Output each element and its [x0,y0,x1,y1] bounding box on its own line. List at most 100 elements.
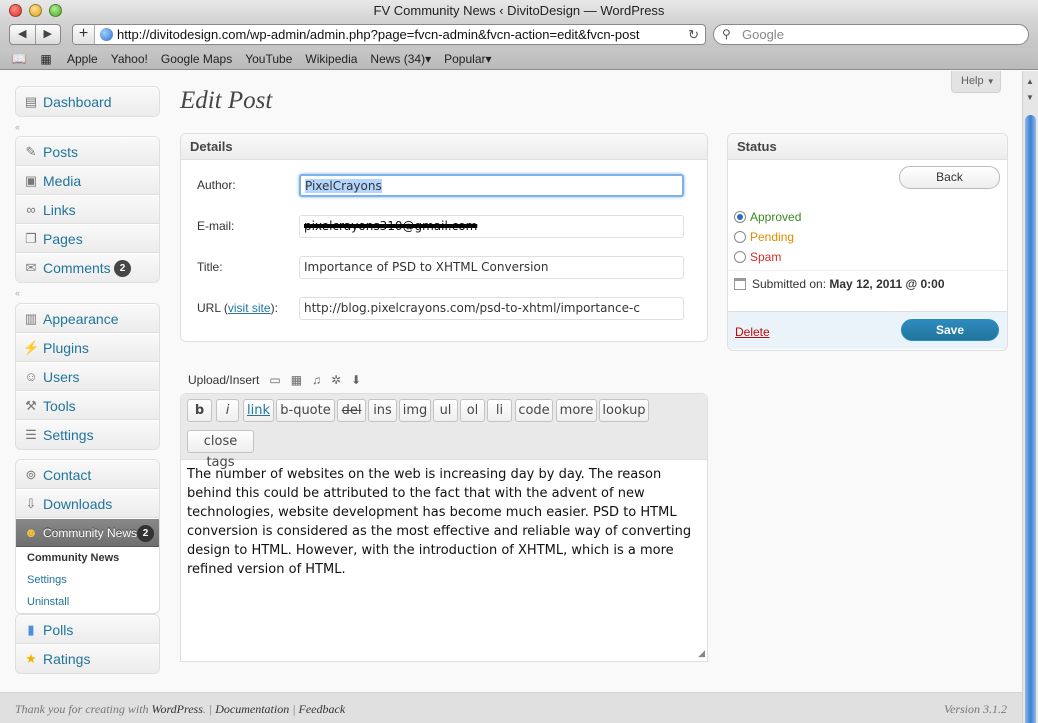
url-text[interactable]: http://divitodesign.com/wp-admin/admin.p… [117,25,677,44]
menu-item-comments[interactable]: ✉ Comments 2 [16,253,159,282]
spam-radio[interactable] [734,251,746,263]
menu-item-downloads[interactable]: ⇩ Downloads [16,489,159,518]
qt-ul-button[interactable]: ul [433,399,458,422]
qt-close-tags-button[interactable]: close tags [187,430,254,470]
bookmark-popular[interactable]: Popular▾ [444,52,491,66]
save-button[interactable]: Save [901,319,999,341]
qt-code-button[interactable]: code [515,399,553,422]
search-input[interactable]: ⚲ Google [713,24,1029,45]
menu-label: Polls [43,622,74,638]
menu-separator-icon[interactable]: « [15,122,20,132]
close-window-button[interactable] [9,4,22,17]
qt-ins-button[interactable]: ins [368,399,397,422]
footer-wordpress-link[interactable]: WordPress [152,702,203,716]
menu-item-contact[interactable]: ⊚ Contact [16,460,159,489]
bookmark-apple[interactable]: Apple [67,52,98,66]
qt-italic-button[interactable]: i [216,399,239,422]
resize-handle-icon[interactable]: ◢ [698,648,705,659]
menu-item-dashboard[interactable]: ▤ Dashboard [16,87,159,116]
users-icon: ☺ [24,369,38,384]
back-button[interactable]: ◀ [10,25,36,44]
menu-item-appearance[interactable]: ▥ Appearance [16,304,159,333]
scroll-up-icon[interactable]: ▲ [1026,77,1034,86]
footer-separator: . | [202,702,213,716]
forward-button[interactable]: ▶ [36,25,61,44]
bookmark-wikipedia[interactable]: Wikipedia [305,52,357,66]
title-value: Importance of PSD to XHTML Conversion [304,260,549,274]
menu-item-users[interactable]: ☺ Users [16,362,159,391]
post-content-textarea[interactable]: The number of websites on the web is inc… [187,465,703,579]
qt-img-button[interactable]: img [399,399,431,422]
contact-icon: ⊚ [25,467,37,482]
address-bar[interactable]: + http://divitodesign.com/wp-admin/admin… [72,24,706,45]
search-icon: ⚲ [722,27,731,41]
author-field[interactable]: PixelCrayons [299,174,684,197]
footer-feedback-link[interactable]: Feedback [299,702,346,716]
qt-bold-button[interactable]: b [187,399,212,422]
footer-separator: | [292,702,296,716]
title-field[interactable]: Importance of PSD to XHTML Conversion [299,256,684,279]
help-tab-button[interactable]: Help ▼ [951,71,1001,93]
submenu-item-settings[interactable]: Settings [16,569,159,591]
menu-item-posts[interactable]: ✎ Posts [16,137,159,166]
add-bookmark-button[interactable]: + [73,25,95,44]
menu-item-settings[interactable]: ☰ Settings [16,420,159,449]
link-icon: ∞ [26,202,36,217]
reload-button[interactable]: ↻ [688,25,699,44]
menu-label: Contact [43,467,92,483]
top-sites-icon[interactable]: ▦ [38,52,54,66]
submenu-item-community-news[interactable]: Community News [16,547,159,569]
globe-icon [100,28,113,41]
community-news-icon: ☻ [24,525,38,540]
back-button[interactable]: Back [899,166,1000,189]
email-field[interactable]: pixelcrayons310@gmail.com [299,215,684,238]
menu-group-admin: ▥ Appearance ⚡ Plugins ☺ Users ⚒ Tools ☰… [15,303,160,450]
add-image-icon[interactable]: ▭ [269,373,280,387]
menu-item-tools[interactable]: ⚒ Tools [16,391,159,420]
menu-item-community-news[interactable]: ☻ Community News 2 [16,518,159,547]
submitted-on: Submitted on: May 12, 2011 @ 0:00 [734,277,945,291]
url-field[interactable]: http://blog.pixelcrayons.com/psd-to-xhtm… [299,297,684,320]
menu-item-ratings[interactable]: ★ Ratings [16,644,159,673]
qt-lookup-button[interactable]: lookup [599,399,649,422]
qt-ol-button[interactable]: ol [460,399,485,422]
approved-option[interactable]: Approved [734,210,801,224]
bookmark-google-maps[interactable]: Google Maps [161,52,232,66]
menu-item-pages[interactable]: ❐ Pages [16,224,159,253]
menu-item-links[interactable]: ∞ Links [16,195,159,224]
reading-list-icon[interactable]: 📖 [11,52,27,66]
bookmark-youtube[interactable]: YouTube [245,52,292,66]
scroll-down-icon[interactable]: ▼ [1026,93,1034,102]
visit-site-link[interactable]: visit site [228,301,271,315]
pending-radio[interactable] [734,231,746,243]
add-audio-icon[interactable]: ♫ [312,373,321,387]
comments-count-badge: 2 [114,260,131,277]
qt-more-button[interactable]: more [556,399,597,422]
add-video-icon[interactable]: ▦ [291,373,302,387]
menu-separator-icon[interactable]: « [15,288,20,298]
footer-documentation-link[interactable]: Documentation [215,702,289,716]
plugins-icon: ⚡ [23,340,40,355]
qt-link-button[interactable]: link [243,399,274,422]
qt-blockquote-button[interactable]: b-quote [276,399,335,422]
page-scrollbar[interactable]: ▲ ▼ [1022,71,1038,723]
delete-link[interactable]: Delete [735,325,770,339]
menu-item-plugins[interactable]: ⚡ Plugins [16,333,159,362]
spam-option[interactable]: Spam [734,250,781,264]
qt-del-button[interactable]: del [337,399,366,422]
status-actions: Delete Save [728,311,1007,349]
approved-radio[interactable] [734,211,746,223]
qt-li-button[interactable]: li [487,399,512,422]
minimize-window-button[interactable] [29,4,42,17]
poll-insert-icon[interactable]: ⬇ [351,373,361,387]
bookmark-news[interactable]: News (34)▾ [370,52,431,66]
appearance-icon: ▥ [24,311,38,326]
menu-item-polls[interactable]: ▮ Polls [16,615,159,644]
pending-option[interactable]: Pending [734,230,794,244]
bookmark-yahoo[interactable]: Yahoo! [111,52,148,66]
zoom-window-button[interactable] [49,4,62,17]
menu-item-media[interactable]: ▣ Media [16,166,159,195]
add-media-icon[interactable]: ✲ [331,373,341,387]
submenu-item-uninstall[interactable]: Uninstall [16,591,159,613]
scrollbar-thumb[interactable] [1025,115,1036,723]
